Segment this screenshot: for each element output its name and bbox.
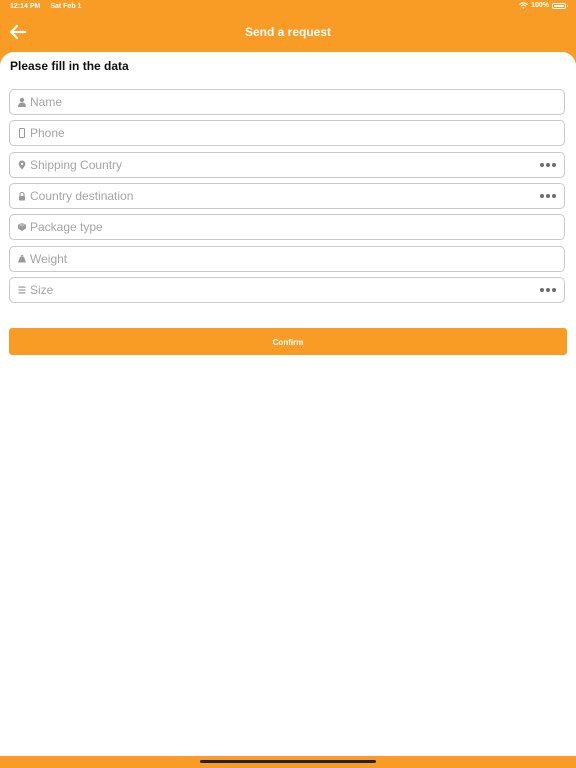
wifi-icon — [519, 2, 528, 9]
more-dots-icon[interactable] — [540, 163, 556, 167]
shipping-country-input[interactable] — [30, 155, 530, 175]
weight-field[interactable] — [9, 246, 565, 272]
package-type-input[interactable] — [30, 217, 530, 237]
home-indicator — [200, 760, 376, 763]
confirm-button[interactable]: Confirm — [9, 328, 567, 355]
weight-input[interactable] — [30, 249, 530, 269]
weight-icon — [18, 254, 26, 263]
name-input[interactable] — [30, 92, 530, 112]
country-destination-field[interactable] — [9, 183, 565, 209]
status-left: 12:14 PM Sat Feb 1 — [10, 3, 81, 10]
battery-percent: 100% — [531, 2, 549, 9]
phone-input[interactable] — [30, 123, 530, 143]
phone-icon — [19, 128, 25, 138]
phone-field[interactable] — [9, 120, 565, 146]
more-dots-icon[interactable] — [540, 288, 556, 292]
status-date: Sat Feb 1 — [50, 3, 82, 10]
country-destination-input[interactable] — [30, 186, 530, 206]
status-bar: 12:14 PM Sat Feb 1 100% — [0, 0, 576, 14]
page-title: Send a request — [244, 25, 332, 39]
package-icon — [18, 222, 26, 231]
shipping-country-field[interactable] — [9, 152, 565, 178]
size-field[interactable] — [9, 277, 565, 303]
form-sheet: Please fill in the data Name Phone Shipp… — [0, 52, 576, 756]
battery-icon — [552, 2, 568, 9]
status-right: 100% — [519, 2, 568, 9]
person-icon — [18, 97, 26, 107]
form-title: Please fill in the data — [10, 59, 129, 73]
more-dots-icon[interactable] — [540, 194, 556, 198]
status-time: 12:14 PM — [10, 3, 41, 10]
list-icon — [18, 286, 26, 294]
nav-bar: Send a request — [0, 14, 576, 52]
size-input[interactable] — [30, 280, 530, 300]
location-pin-icon — [18, 160, 26, 170]
lock-icon — [19, 191, 25, 201]
name-field[interactable] — [9, 89, 565, 115]
package-type-field[interactable] — [9, 214, 565, 240]
